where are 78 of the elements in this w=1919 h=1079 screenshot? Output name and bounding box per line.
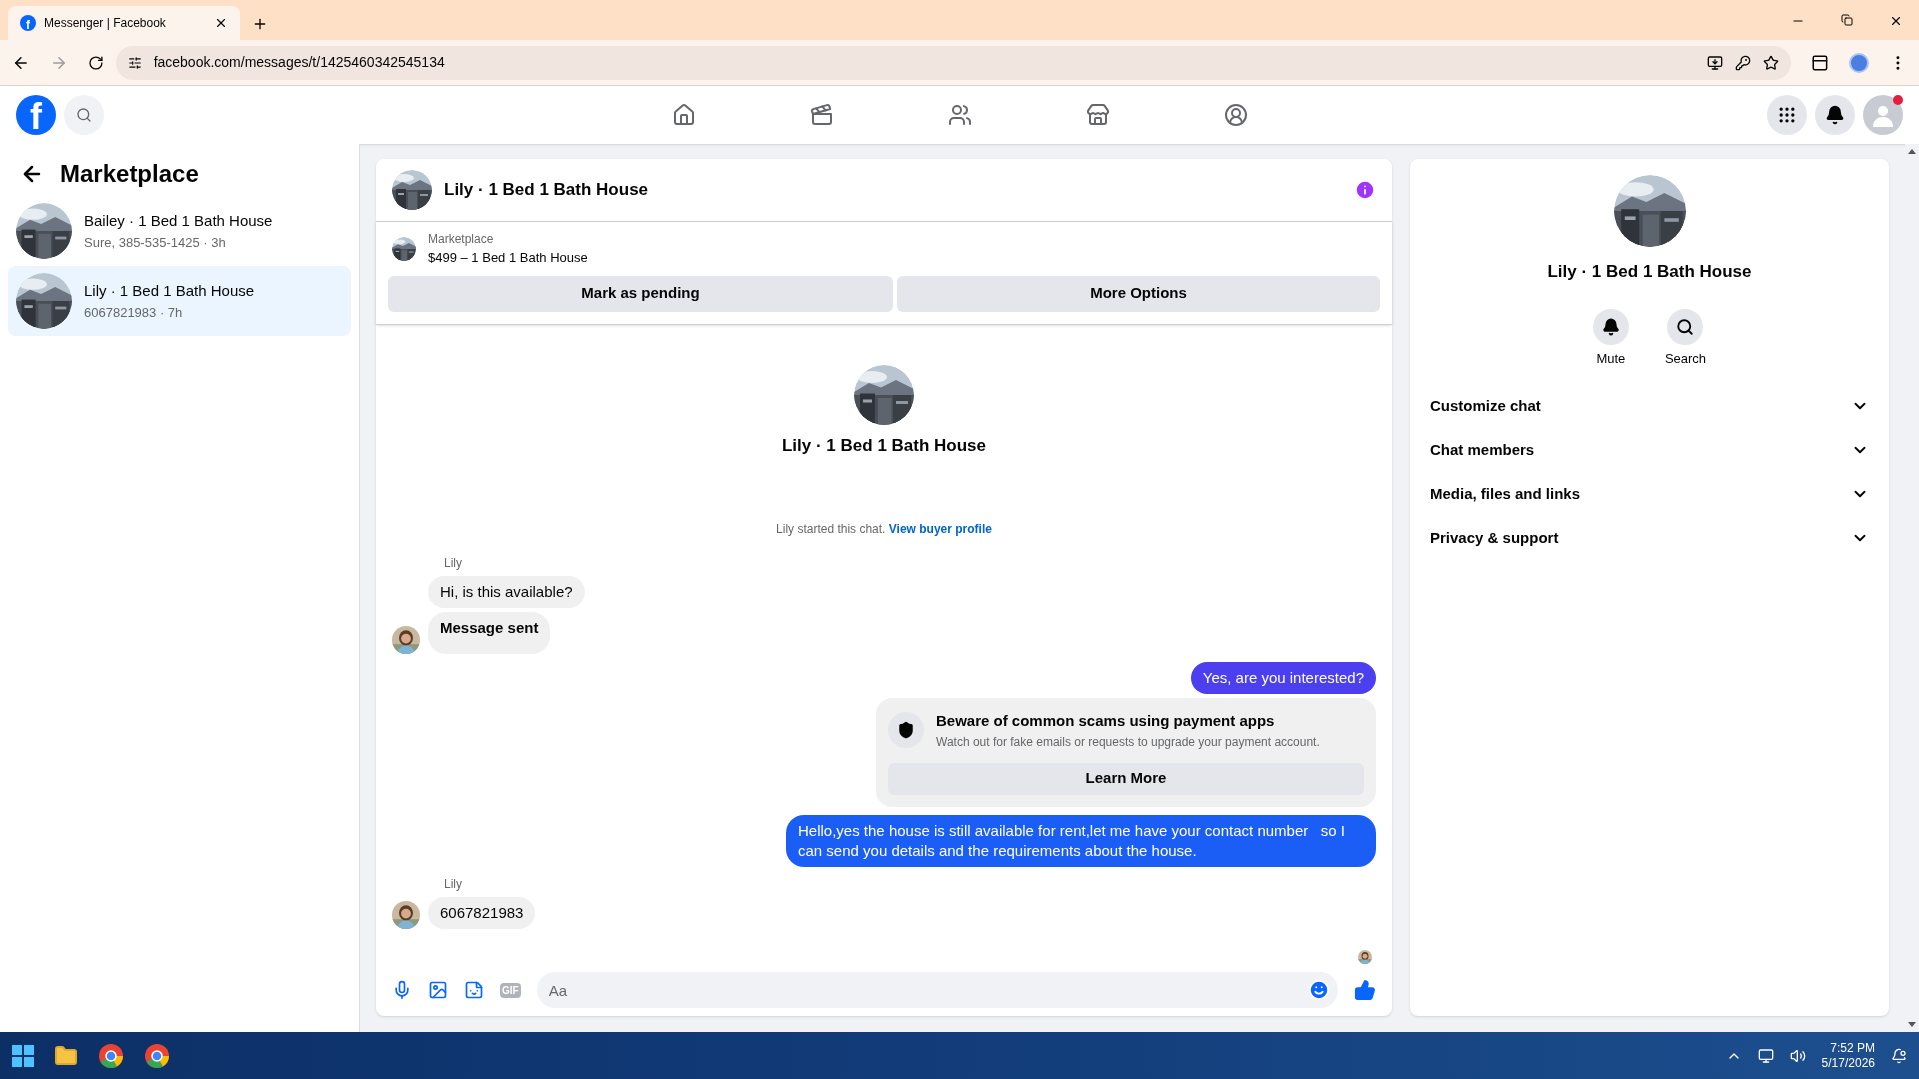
learn-more-button[interactable]: Learn More (888, 762, 1364, 795)
chat-title: Lily · 1 Bed 1 Bath House (444, 179, 650, 202)
bookmark-icon[interactable] (1763, 54, 1780, 71)
like-icon[interactable] (1354, 979, 1376, 1001)
message-bubble: Message sent (428, 612, 551, 654)
search-icon (76, 107, 92, 123)
listing-title: $499 – 1 Bed 1 Bath House (428, 249, 588, 267)
conversation-preview: Sure, 385-535-1425 · 3h (84, 233, 227, 252)
reload-icon[interactable] (87, 54, 104, 71)
shield-icon (888, 712, 924, 749)
bell-icon (1825, 105, 1845, 125)
folder-icon[interactable] (54, 1043, 78, 1068)
message-bubble: Hi, is this available? (428, 576, 585, 608)
clock[interactable]: 7:52 PM 5/17/2026 (1821, 1040, 1875, 1071)
listing-action-button[interactable]: More Options (897, 275, 1380, 312)
message-bubble: Hello,yes the house is still available for rent,let me have your contact number so I can send you details and the requirements about the house. (786, 814, 1376, 867)
install-icon[interactable] (1707, 54, 1724, 71)
warning-title: Beware of common scams using payment apps (936, 711, 1276, 731)
bell-icon (1601, 317, 1620, 336)
notifications-button[interactable] (1815, 95, 1855, 135)
sidebar-title: Marketplace (60, 159, 199, 189)
person-icon (1871, 103, 1895, 127)
chat-start-note: Lily started this chat. View buyer profile (776, 521, 992, 538)
sender-name: Lily (444, 555, 463, 572)
store-icon[interactable] (1085, 103, 1110, 127)
facebook-logo[interactable]: f (16, 95, 56, 135)
conversation-item[interactable]: Bailey · 1 Bed 1 Bath House Sure, 385-535-1425 · 3h (8, 196, 351, 266)
browser-icon[interactable] (98, 1042, 124, 1069)
account-button[interactable] (1863, 95, 1903, 135)
details-section[interactable]: Media, files and links (1426, 472, 1873, 516)
address-bar[interactable]: facebook.com/messages/t/1425460342545134 (115, 45, 1792, 80)
profile-icon[interactable] (1849, 52, 1870, 73)
sticker-icon[interactable] (464, 980, 484, 1000)
message-bubble: Yes, are you interested? (1190, 662, 1376, 694)
network-icon[interactable] (1757, 1047, 1774, 1064)
image-icon[interactable] (428, 980, 448, 1000)
details-section[interactable]: Customize chat (1426, 384, 1873, 428)
home-icon[interactable] (671, 103, 696, 127)
site-info-icon[interactable] (127, 55, 142, 70)
conversation-name: Bailey · 1 Bed 1 Bath House (84, 211, 273, 231)
tab-title: Messenger | Facebook (44, 15, 167, 32)
search-button[interactable] (64, 95, 104, 135)
grid-icon (1777, 105, 1797, 125)
browser-icon[interactable] (144, 1042, 170, 1069)
close-icon[interactable] (214, 16, 228, 30)
side-panel-icon[interactable] (1811, 53, 1830, 72)
details-section[interactable]: Privacy & support (1426, 516, 1873, 560)
intro-title: Lily · 1 Bed 1 Bath House (781, 434, 986, 457)
restore-icon[interactable] (1841, 14, 1853, 26)
warning-text: Watch out for fake emails or requests to upgrade your payment account. (936, 733, 1320, 751)
favicon-icon: f (20, 15, 36, 31)
close-window-icon[interactable] (1889, 14, 1903, 28)
details-section[interactable]: Chat members (1426, 428, 1873, 472)
emoji-button[interactable] (1308, 972, 1338, 1008)
details-title: Lily · 1 Bed 1 Bath House (1547, 261, 1752, 283)
search-icon (1676, 317, 1695, 336)
apps-menu-button[interactable] (1767, 95, 1807, 135)
people-icon[interactable] (947, 103, 972, 127)
notification-icon[interactable] (1891, 1047, 1907, 1064)
conversation-name: Lily · 1 Bed 1 Bath House (84, 281, 255, 301)
conversation-item[interactable]: Lily · 1 Bed 1 Bath House 6067821983 · 7h (8, 266, 351, 336)
start-icon[interactable] (12, 1044, 34, 1067)
microphone-icon[interactable] (392, 980, 412, 1000)
info-icon[interactable] (1354, 179, 1376, 201)
url-text: facebook.com/messages/t/1425460342545134 (153, 53, 446, 72)
listing-label: Marketplace (428, 231, 495, 248)
key-icon[interactable] (1735, 54, 1752, 71)
smiley-icon (1308, 979, 1330, 1001)
video-icon[interactable] (809, 103, 834, 127)
volume-icon[interactable] (1789, 1047, 1806, 1064)
listing-action-button[interactable]: Mark as pending (388, 275, 893, 312)
message-bubble: 6067821983 (428, 896, 536, 929)
message-input[interactable]: Aa (536, 972, 1308, 1008)
new-tab-icon[interactable] (252, 16, 268, 32)
buyer-profile-link[interactable]: View buyer profile (888, 522, 992, 536)
sender-name: Lily (444, 875, 463, 893)
conversation-preview: 6067821983 · 7h (84, 303, 184, 322)
browser-tab[interactable]: f Messenger | Facebook (8, 6, 240, 40)
